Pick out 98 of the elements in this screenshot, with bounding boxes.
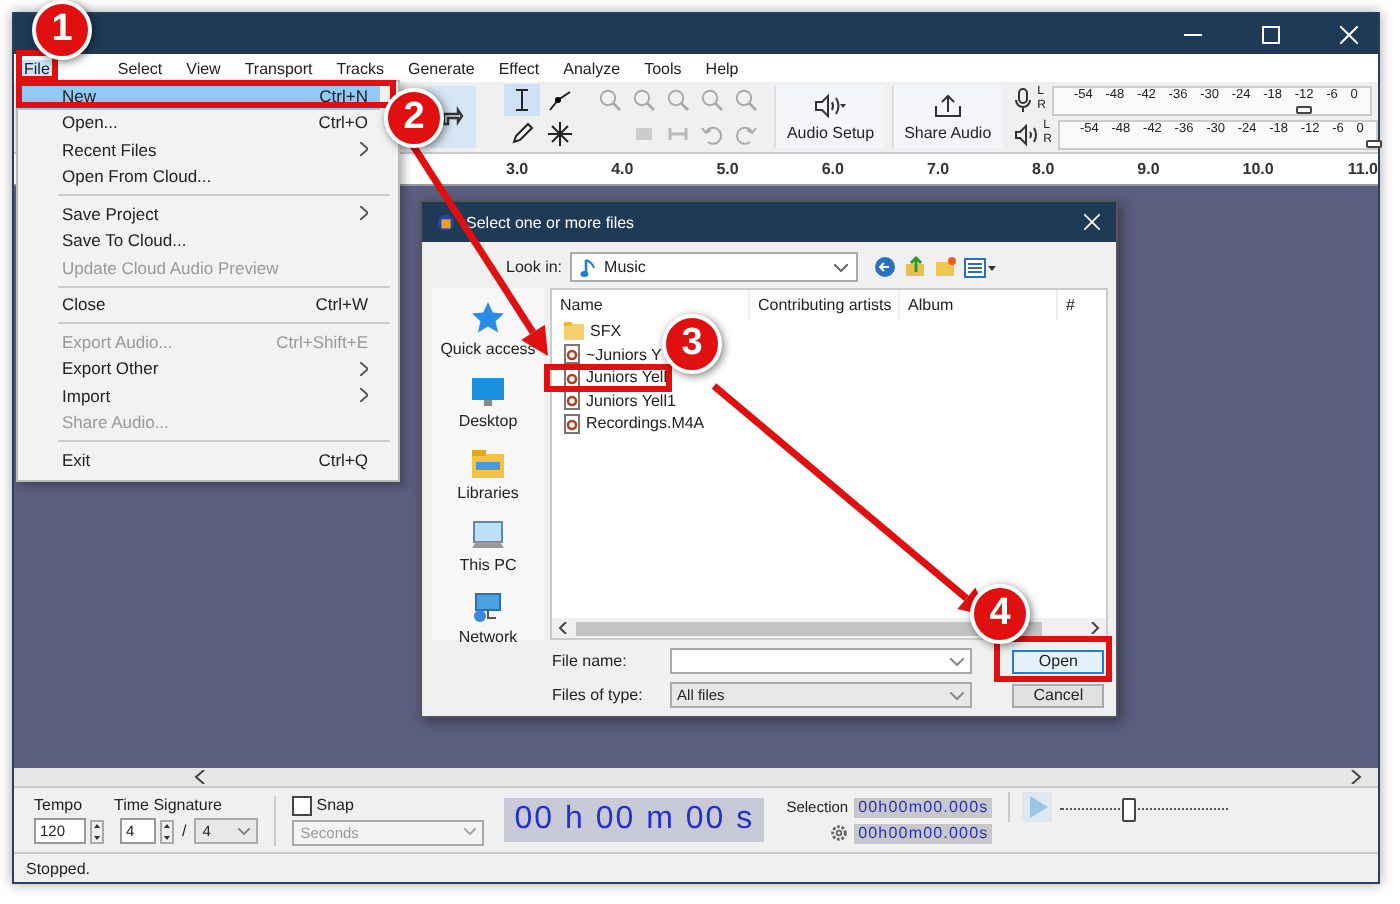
cursor-tool-icon[interactable] (504, 84, 541, 116)
dialog-list-entry[interactable]: Recordings.M4A (564, 412, 705, 435)
chevron-down-icon (950, 691, 965, 699)
ruler-label: 9.0 (1137, 160, 1162, 178)
scroll-right-icon[interactable] (1090, 622, 1100, 634)
menu-item[interactable]: Open From Cloud... (18, 163, 380, 190)
close-icon[interactable] (1340, 25, 1358, 43)
monitor-icon (469, 376, 506, 408)
cancel-button[interactable]: Cancel (1012, 683, 1104, 707)
ruler-label: 5.0 (716, 160, 741, 178)
dialog-list-entry[interactable]: ~Juniors Y (564, 343, 662, 366)
music-note-icon (580, 257, 597, 277)
maximize-icon[interactable] (1262, 25, 1280, 43)
ruler-label: 11.0 (1347, 160, 1379, 178)
menu-item[interactable]: Recent Files (18, 136, 380, 163)
place-item[interactable]: This PC (459, 520, 517, 574)
app-icon (436, 212, 456, 232)
snap-checkbox[interactable]: Snap (292, 795, 354, 815)
play-icon (1027, 796, 1048, 818)
scroll-right-icon[interactable] (1350, 770, 1362, 784)
menu-item[interactable]: Help (701, 59, 743, 77)
menu-item[interactable]: Analyze (559, 59, 625, 77)
place-item[interactable]: Libraries (457, 448, 519, 502)
place-item[interactable]: Desktop (458, 376, 518, 430)
menu-item[interactable]: Effect (494, 59, 544, 77)
menu-item[interactable]: Open... Ctrl+O (18, 109, 380, 136)
look-in-label: Look in: (506, 258, 563, 276)
column-header[interactable]: # (1056, 290, 1075, 320)
chevron-down-icon (238, 827, 251, 835)
chevron-down-icon (834, 263, 849, 271)
spinner-icon[interactable] (90, 819, 104, 843)
chevron-down-icon (950, 657, 965, 665)
computer-icon (469, 520, 506, 552)
menu-item[interactable]: Save Project (18, 200, 380, 227)
selection-start-field[interactable]: 00h00m00.000s (854, 797, 993, 817)
menu-item[interactable]: Select (113, 59, 167, 77)
menu-item[interactable]: Save To Cloud... (18, 227, 380, 254)
ruler-label: 4.0 (611, 160, 636, 178)
slider-thumb[interactable] (1121, 797, 1136, 821)
highlight-frame (544, 364, 672, 392)
up-folder-icon[interactable] (904, 256, 927, 278)
time-signature-label: Time Signature (114, 796, 222, 814)
menu-item[interactable]: Import (18, 382, 380, 409)
menu-item[interactable]: Transport (240, 59, 317, 77)
close-icon[interactable] (1084, 214, 1100, 230)
audio-setup-button[interactable]: Audio Setup (774, 86, 885, 148)
file-name-field[interactable] (669, 648, 973, 674)
play-speed-slider[interactable] (1060, 795, 1229, 819)
folder-icon (564, 322, 584, 341)
speaker-icon (814, 93, 847, 117)
dialog-list-entry[interactable]: SFX (564, 320, 622, 343)
menu-item[interactable]: View (182, 59, 225, 77)
network-icon (470, 592, 506, 624)
menu-item[interactable]: Close Ctrl+W (18, 291, 380, 318)
selection-end-field[interactable]: 00h00m00.000s (854, 823, 993, 843)
look-in-dropdown[interactable]: Music (570, 252, 859, 282)
ruler-label: 7.0 (926, 160, 952, 178)
time-display[interactable]: 00 h 00 m 00 s (504, 798, 765, 842)
slash-label: / (182, 822, 187, 840)
tempo-label: Tempo (34, 796, 85, 814)
share-audio-button[interactable]: Share Audio (892, 86, 1002, 148)
ruler-label: 8.0 (1032, 160, 1057, 178)
new-folder-icon[interactable] (934, 256, 957, 278)
microphone-icon[interactable] (1013, 88, 1032, 112)
menu-item[interactable]: Exit Ctrl+Q (18, 446, 380, 473)
gear-icon[interactable] (830, 824, 849, 842)
ruler-label: 3.0 (506, 160, 531, 178)
ruler-label: 10.0 (1242, 160, 1276, 178)
column-header[interactable]: Album (898, 290, 1056, 320)
ruler-label: 6.0 (821, 160, 846, 178)
open-button[interactable]: Open (1012, 649, 1104, 673)
place-item[interactable]: Network (458, 592, 518, 646)
menu-item[interactable]: Tools (640, 59, 686, 77)
column-header[interactable]: Name (552, 290, 748, 320)
meter-slider-thumb[interactable] (1296, 105, 1313, 113)
status-text: Stopped. (26, 859, 91, 877)
spinner-icon[interactable] (160, 819, 174, 843)
meter-slider-thumb[interactable] (1366, 139, 1382, 147)
speaker-icon[interactable] (1013, 123, 1038, 145)
dialog-list-entry[interactable]: Juniors Yell1 (564, 389, 676, 412)
step-badge: 1 (32, 0, 92, 60)
column-header[interactable]: Contributing artists (748, 290, 898, 320)
upload-icon (933, 93, 962, 117)
chevron-down-icon (464, 828, 477, 836)
place-item[interactable]: Quick access (440, 300, 536, 358)
menu-item[interactable]: Tracks (332, 59, 388, 77)
scroll-left-icon[interactable] (194, 770, 206, 784)
files-of-type-label: Files of type: (550, 686, 645, 704)
dialog-list-entry[interactable]: Juniors Yell (564, 366, 667, 389)
scroll-left-icon[interactable] (558, 622, 568, 634)
menu-item[interactable]: Generate (403, 59, 479, 77)
star-icon (469, 300, 506, 336)
menu-item[interactable]: Export Other (18, 355, 380, 382)
folder-icon (470, 448, 506, 480)
dialog-title: Select one or more files (466, 213, 635, 231)
back-icon[interactable] (874, 256, 897, 278)
view-menu-icon[interactable] (964, 257, 997, 277)
file-name-label: File name: (550, 652, 629, 670)
